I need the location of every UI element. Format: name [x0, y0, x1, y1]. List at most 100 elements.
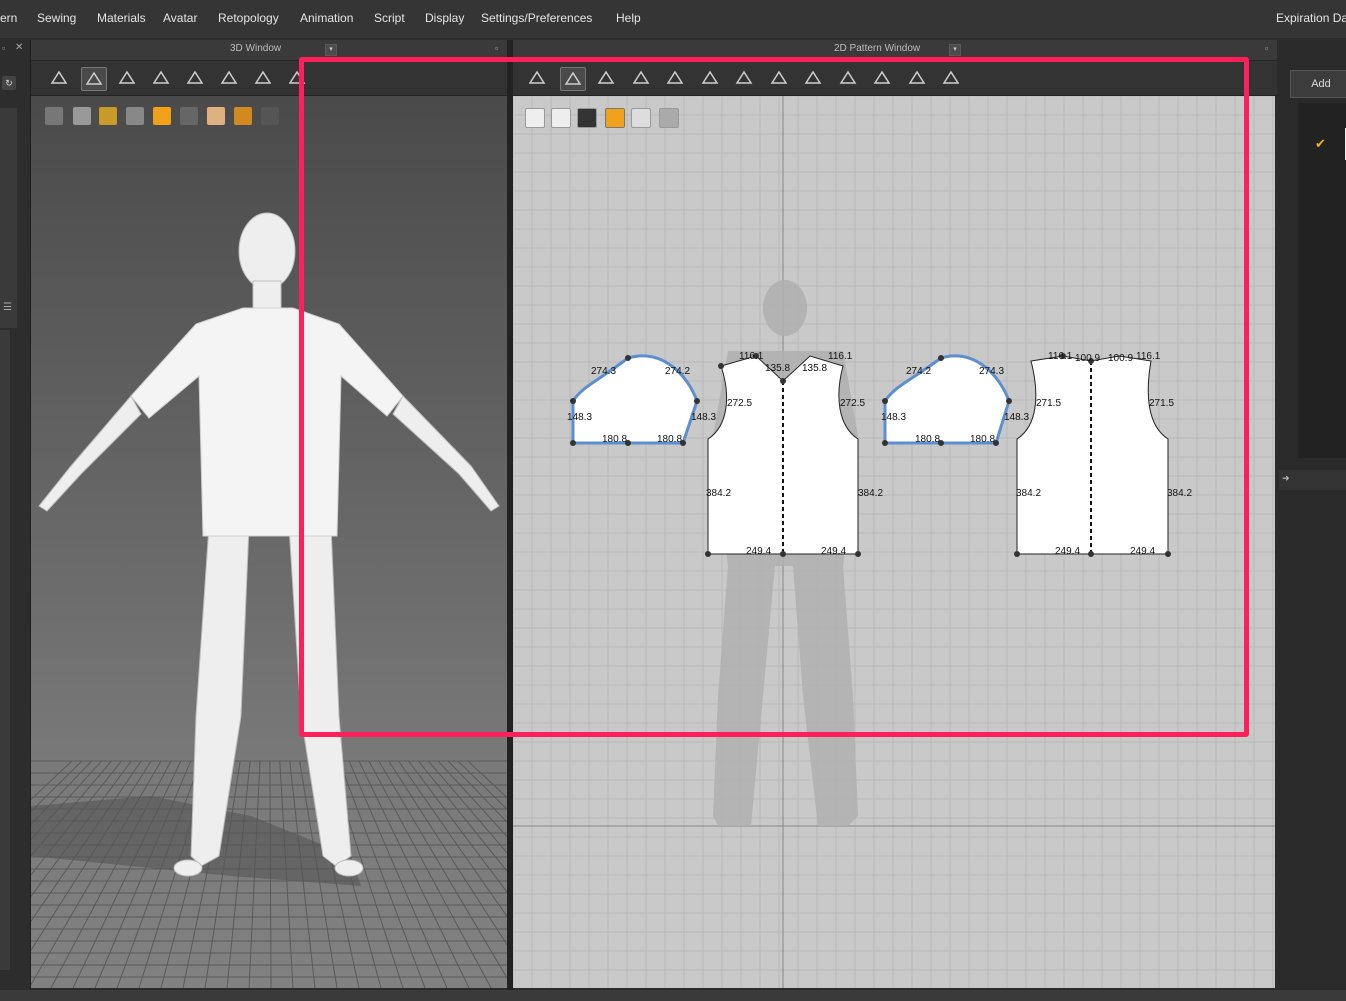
garment-view-icon[interactable]	[551, 108, 571, 128]
list-view-icon[interactable]: ☰	[3, 302, 12, 313]
arrange-icon[interactable]	[217, 67, 241, 89]
avatar-show-icon[interactable]	[126, 107, 144, 125]
export-icon[interactable]	[659, 108, 679, 128]
refresh-icon[interactable]: ↻	[2, 76, 16, 90]
fabric-icon[interactable]	[180, 107, 198, 125]
object-list	[1298, 103, 1346, 458]
float-icon[interactable]: ▫	[495, 43, 498, 53]
measure-label: 148.3	[567, 412, 593, 423]
segment-icon[interactable]	[525, 67, 549, 89]
render-icon[interactable]	[45, 107, 63, 125]
garment-icon[interactable]	[73, 107, 91, 125]
measure-label: 135.8	[765, 363, 791, 374]
measure-label: 272.5	[840, 398, 866, 409]
float-icon[interactable]: ▫	[2, 43, 5, 53]
measure-label: 116.1	[1136, 351, 1161, 362]
polygon-icon[interactable]	[594, 67, 618, 89]
measure-label: 384.2	[858, 488, 884, 499]
measure-label: 384.2	[1167, 488, 1193, 499]
window-2d-header: 2D Pattern Window ▾ ▫	[513, 40, 1277, 61]
measure-label: 249.4	[821, 546, 847, 557]
transform-pattern-icon[interactable]	[559, 67, 586, 91]
measure-label: 384.2	[706, 488, 732, 499]
pattern-canvas	[513, 96, 1275, 988]
menu-pattern[interactable]: ern	[0, 11, 17, 25]
viewport-2d[interactable]: 274.3 274.2 148.3 148.3 180.8 180.8 116.…	[513, 96, 1275, 988]
export-icon[interactable]	[261, 107, 279, 125]
measure-label: 148.3	[1004, 412, 1030, 423]
pin-icon[interactable]	[183, 67, 207, 89]
measure-label: 180.8	[915, 434, 941, 445]
measure-label: 100.9	[1075, 353, 1101, 364]
measure-label: 274.3	[591, 366, 617, 377]
float-icon[interactable]: ▫	[1265, 43, 1268, 53]
back-pattern	[1016, 355, 1169, 555]
internal-shape-icon[interactable]	[663, 67, 687, 89]
rectangle-icon[interactable]	[629, 67, 653, 89]
menu-sewing[interactable]: Sewing	[37, 11, 76, 25]
seam-icon[interactable]	[698, 67, 722, 89]
measure-label: 274.2	[906, 366, 932, 377]
menu-script[interactable]: Script	[374, 11, 405, 25]
status-bar	[0, 990, 1346, 1001]
menu-settings[interactable]: Settings/Preferences	[481, 11, 592, 25]
viewport-3d[interactable]	[31, 96, 507, 988]
measure-label: 116.1	[828, 351, 853, 362]
measure-label: 180.8	[657, 434, 683, 445]
measure-label: 249.4	[746, 546, 772, 557]
menu-display[interactable]: Display	[425, 11, 464, 25]
shirt-icon[interactable]	[939, 67, 963, 89]
measure-label: 271.5	[1149, 398, 1175, 409]
menu-retopology[interactable]: Retopology	[218, 11, 279, 25]
left-side-panel: ▫ ✕ ↻ ☰	[0, 40, 31, 990]
toolbar-3d	[31, 61, 507, 96]
dropdown-icon[interactable]: ▾	[949, 44, 961, 56]
segment-sewing-icon[interactable]	[732, 67, 756, 89]
fold-icon[interactable]	[149, 67, 173, 89]
measure-label: 135.8	[802, 363, 828, 374]
menu-materials[interactable]: Materials	[97, 11, 146, 25]
menu-animation[interactable]: Animation	[300, 11, 353, 25]
measure-label: 272.5	[727, 398, 753, 409]
dropdown-icon[interactable]: ▾	[325, 44, 337, 56]
property-scrollbar[interactable]	[0, 330, 10, 970]
scene-3d	[31, 212, 507, 988]
measure-label: 271.5	[1036, 398, 1062, 409]
measure-label: 274.2	[665, 366, 691, 377]
transform-icon[interactable]	[81, 67, 107, 91]
more-icon[interactable]	[285, 67, 309, 89]
skin-icon[interactable]	[207, 107, 225, 125]
check-icon[interactable]: ✔	[1315, 136, 1326, 152]
window-3d-title: 3D Window	[230, 43, 282, 54]
select-move-icon[interactable]	[47, 67, 71, 89]
measure-icon[interactable]	[905, 67, 929, 89]
texture-icon[interactable]	[99, 107, 117, 125]
lock-icon[interactable]	[631, 108, 651, 128]
pattern-color-icon[interactable]	[605, 108, 625, 128]
pattern-edit-icon[interactable]	[525, 108, 545, 128]
measure-label: 274.3	[979, 366, 1005, 377]
measure-label: 100.9	[1108, 353, 1134, 364]
tuck-icon[interactable]	[836, 67, 860, 89]
measure-label: 116.1	[1048, 351, 1073, 362]
pattern-color-icon[interactable]	[153, 107, 171, 125]
pleat-icon[interactable]	[870, 67, 894, 89]
edit-point-icon[interactable]	[115, 67, 139, 89]
info-icon[interactable]	[577, 108, 597, 128]
fold-arrangement-icon[interactable]	[801, 67, 825, 89]
toolbar-2d	[513, 61, 1277, 96]
add-button[interactable]: Add	[1290, 70, 1346, 98]
expand-icon[interactable]: ➜	[1282, 473, 1290, 484]
menu-help[interactable]: Help	[616, 11, 641, 25]
capture-icon[interactable]	[251, 67, 275, 89]
menu-avatar[interactable]: Avatar	[163, 11, 197, 25]
measure-label: 249.4	[1055, 546, 1081, 557]
free-sewing-icon[interactable]	[767, 67, 791, 89]
globe-icon[interactable]	[234, 107, 252, 125]
window-2d-title: 2D Pattern Window	[834, 43, 921, 54]
measure-label: 180.8	[602, 434, 628, 445]
close-icon[interactable]: ✕	[15, 42, 23, 53]
measure-label: 116.1	[739, 351, 764, 362]
measure-label: 384.2	[1016, 488, 1042, 499]
measure-label: 180.8	[970, 434, 996, 445]
